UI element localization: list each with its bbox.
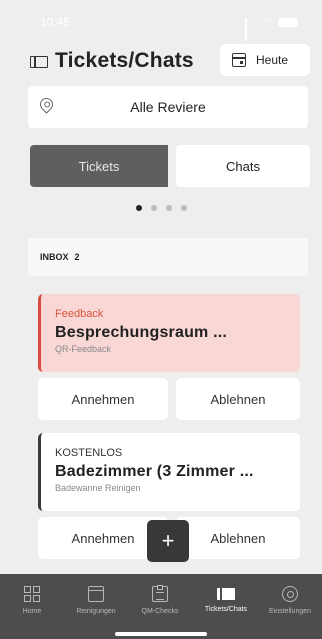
ticket-title: Besprechungsraum ... (55, 324, 228, 341)
tab-tickets-chats[interactable]: Tickets/Chats (194, 586, 258, 613)
accept-button[interactable]: Annehmen (38, 378, 168, 420)
ticket-icon (30, 55, 48, 68)
status-time: 10:45 (40, 15, 71, 29)
wifi-icon: ◠ (263, 16, 272, 28)
ticket-subtitle: Badewanne Reinigen (55, 483, 141, 493)
clipboard-icon (152, 585, 168, 602)
segment-tickets[interactable]: Tickets (30, 145, 168, 187)
reject-button[interactable]: Ablehnen (176, 378, 300, 420)
page-dot-2[interactable] (150, 205, 157, 211)
tab-label: Einstellungen (268, 608, 312, 615)
ticket-category: KOSTENLOS (55, 447, 123, 459)
tab-reinigungen[interactable]: Reinigungen (64, 586, 128, 615)
calendar-icon (232, 53, 246, 67)
ticket-subtitle: QR-Feedback (55, 344, 112, 354)
tab-home[interactable]: Home (0, 586, 64, 615)
reject-button[interactable]: Ablehnen (176, 517, 300, 559)
ticket-card[interactable]: Feedback Besprechungsraum ... QR-Feedbac… (38, 294, 300, 372)
ticket-category: Feedback (55, 308, 104, 320)
tab-label: QM-Checks (141, 608, 179, 615)
area-select-value: Alle Reviere (130, 99, 206, 115)
page-dot-3[interactable] (165, 205, 172, 211)
inbox-header: INBOX 2 (28, 238, 308, 276)
signal-icon (245, 18, 257, 41)
tab-label: Home (22, 608, 42, 615)
tab-einstellungen[interactable]: Einstellungen (258, 586, 322, 615)
grid-icon (24, 586, 40, 602)
status-bar: 10:45 ◠ (0, 0, 322, 44)
page-indicator (0, 205, 322, 211)
inbox-label: INBOX (40, 252, 69, 262)
gear-icon (282, 586, 298, 602)
ticket-card[interactable]: KOSTENLOS Badezimmer (3 Zimmer ... Badew… (38, 433, 300, 511)
page-title: Tickets/Chats (55, 49, 194, 72)
today-button[interactable]: Heute (220, 44, 310, 76)
ticket-icon (217, 588, 235, 600)
page-dot-1[interactable] (135, 205, 142, 211)
area-select[interactable]: Alle Reviere (28, 86, 308, 128)
segment-chats[interactable]: Chats (176, 145, 310, 187)
add-ticket-button[interactable]: + (147, 520, 189, 562)
inbox-count: 2 (74, 252, 80, 262)
status-icons: ◠ (245, 16, 298, 41)
tab-bar: Home Reinigungen QM-Checks Tickets/Chats… (0, 574, 322, 639)
home-indicator (115, 632, 207, 636)
calendar-icon (88, 586, 104, 602)
tab-qm-checks[interactable]: QM-Checks (128, 585, 192, 615)
tab-label: Tickets/Chats (204, 606, 248, 613)
page-header: Tickets/Chats Heute (0, 44, 322, 80)
battery-icon (278, 17, 298, 27)
tab-label: Reinigungen (76, 608, 116, 615)
page-dot-4[interactable] (180, 205, 187, 211)
ticket-title: Badezimmer (3 Zimmer ... (55, 463, 254, 480)
today-label: Heute (256, 53, 289, 67)
